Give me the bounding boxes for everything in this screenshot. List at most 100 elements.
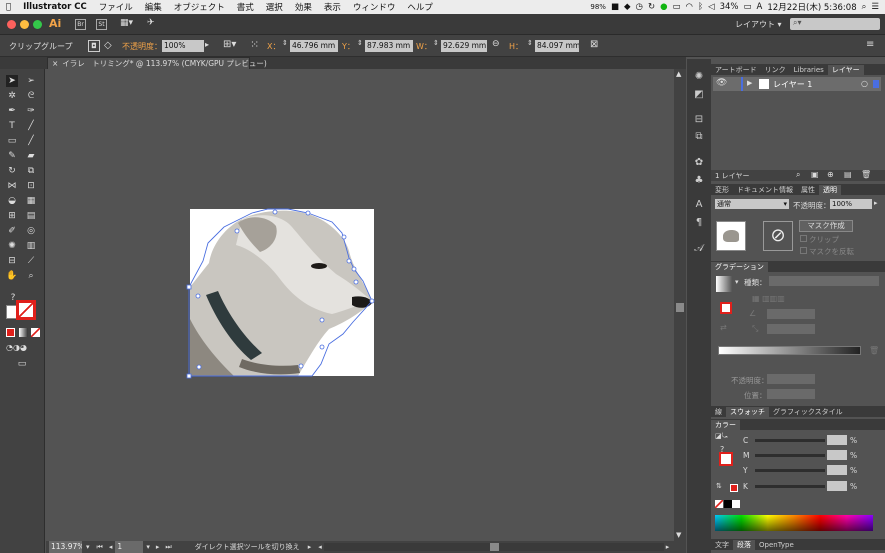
clip-checkbox[interactable] xyxy=(800,235,807,242)
display-icon[interactable]: ▭ xyxy=(673,2,681,12)
artboard-dropdown-icon[interactable]: ▾ xyxy=(146,543,150,551)
input-source-icon[interactable]: A xyxy=(757,2,763,12)
status-arrow-icon[interactable]: ▸ xyxy=(308,543,312,551)
zoom-tool-icon[interactable]: ⌕ xyxy=(25,270,37,282)
line-tool-icon[interactable]: ╱ xyxy=(25,120,37,132)
make-mask-button[interactable]: マスク作成 xyxy=(799,220,853,232)
channel-y-slider[interactable] xyxy=(755,469,825,472)
shape-builder-tool-icon[interactable]: ◒ xyxy=(6,195,18,207)
opacity-arrow-icon[interactable]: ▸ xyxy=(205,40,209,49)
channel-m-slider[interactable] xyxy=(755,454,825,457)
rotate-tool-icon[interactable]: ↻ xyxy=(6,165,18,177)
last-artboard-icon[interactable]: ⏭ xyxy=(165,543,171,552)
brushes-icon[interactable]: ✿ xyxy=(693,157,705,169)
y-stepper-icon[interactable]: ⇕ xyxy=(357,39,363,47)
make-clipping-mask-icon[interactable]: ▣ xyxy=(811,170,819,179)
gradient-type-dropdown[interactable] xyxy=(769,276,879,286)
prev-artboard-icon[interactable]: ◂ xyxy=(109,543,113,551)
gradient-position-field[interactable] xyxy=(767,389,815,399)
spotlight-icon[interactable]: ⌕ xyxy=(862,2,867,12)
menu-view[interactable]: 表示 xyxy=(318,1,347,13)
color-fill-swatch[interactable] xyxy=(719,452,733,466)
artboard-tool-icon[interactable]: ⊟ xyxy=(6,255,18,267)
scroll-down-arrow-icon[interactable]: ▼ xyxy=(676,531,681,539)
menubar-clock[interactable]: 12月22日(木) 5:36:08 xyxy=(767,1,856,13)
white-color-swatch[interactable] xyxy=(732,500,740,508)
default-colors-icon[interactable]: ◪⤿ xyxy=(715,432,727,441)
battery-percent[interactable]: 34% xyxy=(720,2,739,12)
channel-c-field[interactable] xyxy=(827,435,847,445)
align-panel-icon[interactable]: ⊟ xyxy=(693,114,705,126)
selection-tool-icon[interactable]: ➤ xyxy=(6,75,18,87)
slice-tool-icon[interactable]: ⟋ xyxy=(25,255,37,267)
minimize-window-button[interactable] xyxy=(20,20,29,29)
status-message[interactable]: ダイレクト選択ツールを切り換え xyxy=(195,542,305,552)
opacity-label[interactable]: 不透明度： xyxy=(122,41,162,52)
mask-thumbnail[interactable]: ⊘ xyxy=(763,221,793,251)
none-color-swatch[interactable] xyxy=(715,500,723,508)
artboard-number-field[interactable]: 1 xyxy=(115,541,144,553)
symbol-sprayer-tool-icon[interactable]: ✺ xyxy=(6,240,18,252)
delete-stop-icon[interactable]: 🗑 xyxy=(869,346,879,355)
stroke-swatch[interactable] xyxy=(16,300,36,320)
channel-m-field[interactable] xyxy=(827,450,847,460)
gradient-fill-stroke-icon[interactable] xyxy=(720,302,732,314)
tab-swatches[interactable]: スウォッチ xyxy=(726,406,769,417)
arrange-documents-icon[interactable]: ▦▾ xyxy=(120,18,133,28)
locate-object-icon[interactable]: ⌕ xyxy=(796,170,800,180)
control-panel-menu-icon[interactable]: ≡ xyxy=(866,39,874,50)
tab-opentype[interactable]: OpenType xyxy=(755,541,798,549)
gamut-color-swatch[interactable] xyxy=(730,484,738,492)
blend-tool-icon[interactable]: ◎ xyxy=(25,225,37,237)
gradient-aspect-field[interactable] xyxy=(767,324,815,334)
direct-selection-tool-icon[interactable]: ➢ xyxy=(25,75,37,87)
character-icon[interactable]: A xyxy=(693,199,705,211)
w-stepper-icon[interactable]: ⇕ xyxy=(433,39,439,47)
column-graph-tool-icon[interactable]: ▥ xyxy=(25,240,37,252)
info-icon[interactable]: ◩ xyxy=(693,89,705,101)
new-sublayer-icon[interactable]: ⊕ xyxy=(827,170,834,179)
close-window-button[interactable] xyxy=(7,20,16,29)
align-icon[interactable]: ⊞▾ xyxy=(223,39,236,50)
first-artboard-icon[interactable]: ⏮ xyxy=(97,543,103,552)
help-search-input[interactable]: ⌕▾ xyxy=(790,18,880,30)
glyphs-icon[interactable]: 𝒜 xyxy=(693,243,705,255)
scroll-thumb[interactable] xyxy=(676,303,684,312)
screen-mode-icon[interactable]: ▭ xyxy=(16,358,28,370)
channel-c-slider[interactable] xyxy=(755,439,825,442)
evernote-icon[interactable]: ■ xyxy=(611,2,619,12)
tab-links[interactable]: リンク xyxy=(761,65,790,75)
gradient-thumb-dropdown-icon[interactable]: ▾ xyxy=(735,278,739,286)
constrain-proportions-icon[interactable]: ⊖ xyxy=(492,39,500,49)
menu-select[interactable]: 選択 xyxy=(260,1,289,13)
pen-tool-icon[interactable]: ✒ xyxy=(6,105,18,117)
gradient-slider[interactable] xyxy=(718,346,861,355)
delete-layer-icon[interactable]: 🗑 xyxy=(861,170,871,179)
symbols-icon[interactable]: ♣ xyxy=(693,175,705,187)
tab-stroke[interactable]: 線 xyxy=(711,407,726,417)
zoom-dropdown-icon[interactable]: ▾ xyxy=(86,543,90,551)
dropbox-icon[interactable]: ◆ xyxy=(624,2,631,12)
app-menu[interactable]: Illustrator CC xyxy=(17,2,93,12)
transform-icon[interactable]: ⊠ xyxy=(590,39,598,50)
next-artboard-icon[interactable]: ▸ xyxy=(156,543,160,551)
document-tab[interactable]: × イラレ トリミング* @ 113.97% (CMYK/GPU プレビュー) xyxy=(47,57,267,69)
blend-mode-dropdown[interactable]: 通常 ▾ xyxy=(715,199,789,209)
black-color-swatch[interactable] xyxy=(724,500,732,508)
tab-document-info[interactable]: ドキュメント情報 xyxy=(733,185,797,195)
reference-point-icon[interactable]: ⁙ xyxy=(250,38,259,51)
perspective-grid-tool-icon[interactable]: ▦ xyxy=(25,195,37,207)
scale-tool-icon[interactable]: ⧉ xyxy=(25,165,37,177)
tab-transform[interactable]: 変形 xyxy=(711,185,733,195)
type-tool-icon[interactable]: T xyxy=(6,120,18,132)
menu-object[interactable]: オブジェクト xyxy=(168,1,231,13)
horizontal-scrollbar[interactable] xyxy=(323,543,664,551)
notification-center-icon[interactable]: ☰ xyxy=(871,2,879,12)
close-tab-icon[interactable]: × xyxy=(52,59,58,68)
h-field[interactable]: 84.097 mm xyxy=(535,40,579,52)
menu-help[interactable]: ヘルプ xyxy=(401,1,439,13)
x-field[interactable]: 46.796 mm xyxy=(290,40,338,52)
gradient-preview-swatch[interactable] xyxy=(716,276,732,292)
eraser-tool-icon[interactable]: ▰ xyxy=(25,150,37,162)
edit-clip-path-icon[interactable]: ◘ xyxy=(88,40,100,52)
